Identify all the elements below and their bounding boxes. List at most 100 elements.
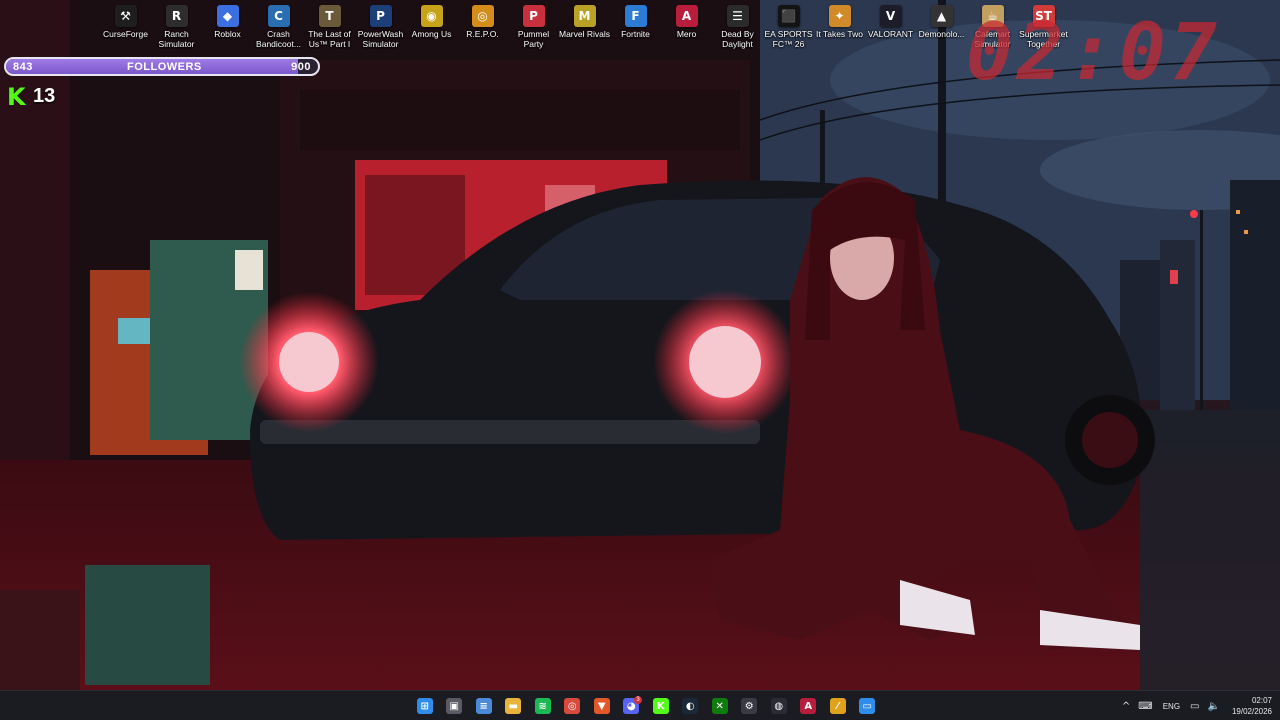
the-last-of-us-icon: T	[318, 5, 341, 27]
brave-icon: ▼	[593, 698, 610, 714]
arrow-icon: ⁄	[829, 698, 846, 714]
curseforge-icon: ⚒	[114, 5, 137, 27]
desktop-shortcut[interactable]: ▲ Demonolo...	[916, 3, 967, 49]
desktop-shortcut-label: Crash Bandicoot...	[256, 29, 301, 49]
desktop-shortcut[interactable]: P Pummel Party	[508, 3, 559, 49]
mero-taskbar-icon: A	[800, 698, 817, 714]
system-tray: ^ ⌨ ENG ▭ 🔈 02:07 19/02/2026	[1118, 691, 1272, 720]
taskbar-button[interactable]: ◎	[558, 695, 588, 717]
desktop-shortcut-label: CurseForge	[103, 29, 148, 39]
language-indicator[interactable]: ENG	[1163, 702, 1180, 711]
desktop-shortcut-label: Ranch Simulator	[158, 29, 195, 49]
desktop-shortcut-label: PowerWash Simulator	[357, 29, 404, 49]
marvel-rivals-icon: M	[573, 5, 596, 27]
ranch-simulator-icon: R	[165, 5, 188, 27]
show-hidden-icons-chevron[interactable]: ^	[1122, 701, 1130, 712]
desktop-shortcut-label: VALORANT	[867, 29, 914, 39]
desktop-shortcut[interactable]: V VALORANT	[865, 3, 916, 49]
taskbar-button[interactable]: ▣	[440, 695, 470, 717]
keyboard-icon[interactable]: ⌨	[1138, 701, 1152, 712]
desktop-shortcut[interactable]: M Marvel Rivals	[559, 3, 610, 49]
kick-icon: K	[7, 82, 26, 111]
desktop-shortcut[interactable]: F Fortnite	[610, 3, 661, 49]
pummel-party-icon: P	[522, 5, 545, 27]
spotify-icon: ≋	[534, 698, 551, 714]
taskbar: ⊞ ▣ ≡ ▬ ≋ ◎ ▼ ◕ 3 K ◐ ✕ ⚙ ◍ A ⁄ ▭ ^ ⌨ ENG ▭ 🔈 02:07 19/0…	[0, 690, 1280, 720]
kick-icon: K	[652, 698, 669, 714]
settings-icon: ⚙	[741, 698, 758, 714]
ea-sports-fc-icon: ⬛	[777, 5, 800, 27]
followers-current: 843	[13, 61, 33, 73]
wallpaper-art	[0, 0, 1280, 690]
mero-icon: A	[675, 5, 698, 27]
taskbar-button[interactable]: K	[646, 695, 676, 717]
taskbar-button[interactable]: ▼	[587, 695, 617, 717]
repo-icon: ◎	[471, 5, 494, 27]
taskbar-button[interactable]: ≡	[469, 695, 499, 717]
xbox-icon: ✕	[711, 698, 728, 714]
taskbar-button[interactable]: ◐	[676, 695, 706, 717]
notepad-icon: ≡	[475, 698, 492, 714]
desktop-shortcut-label: Among Us	[411, 29, 452, 39]
taskbar-button[interactable]: ≋	[528, 695, 558, 717]
volume-icon[interactable]: 🔈	[1208, 701, 1220, 712]
task-view-icon: ▣	[446, 698, 463, 714]
notification-badge: 3	[634, 696, 642, 704]
taskbar-button[interactable]: A	[794, 695, 824, 717]
taskbar-button[interactable]: ◍	[764, 695, 794, 717]
desktop-shortcut[interactable]: ⬛ EA SPORTS FC™ 26	[763, 3, 814, 49]
desktop-shortcut-label: EA SPORTS FC™ 26	[764, 29, 813, 49]
desktop-shortcut[interactable]: ◉ Among Us	[406, 3, 457, 49]
taskbar-apps: ⊞ ▣ ≡ ▬ ≋ ◎ ▼ ◕ 3 K ◐ ✕ ⚙ ◍ A ⁄ ▭	[410, 695, 882, 717]
network-icon[interactable]: ▭	[1190, 701, 1199, 712]
crash-bandicoot-icon: C	[267, 5, 290, 27]
fortnite-icon: F	[624, 5, 647, 27]
desktop-shortcut-label: Demonolo...	[918, 29, 965, 39]
taskbar-button[interactable]: ⁄	[823, 695, 853, 717]
desktop-shortcut[interactable]: ✦ It Takes Two	[814, 3, 865, 49]
desktop-shortcut[interactable]: ☰ Dead By Daylight	[712, 3, 763, 49]
desktop-shortcut[interactable]: ◆ Roblox	[202, 3, 253, 49]
taskbar-button[interactable]: ⊞	[410, 695, 440, 717]
taskbar-button[interactable]: ▬	[499, 695, 529, 717]
roblox-icon: ◆	[216, 5, 239, 27]
desktop-shortcut-label: R.E.P.O.	[466, 29, 499, 39]
dead-by-daylight-icon: ☰	[726, 5, 749, 27]
kick-count: 13	[33, 85, 56, 107]
desktop-shortcut[interactable]: R Ranch Simulator	[151, 3, 202, 49]
desktop-shortcut[interactable]: T The Last of Us™ Part I	[304, 3, 355, 49]
file-explorer-icon: ▬	[505, 698, 522, 714]
taskbar-button[interactable]: ◕ 3	[617, 695, 647, 717]
desktop-shortcut[interactable]: P PowerWash Simulator	[355, 3, 406, 49]
desktop-shortcut-label: Dead By Daylight	[721, 29, 754, 49]
desktop-shortcut[interactable]: C Crash Bandicoot...	[253, 3, 304, 49]
desktop-shortcut-label: Fortnite	[621, 29, 650, 39]
taskbar-date: 19/02/2026	[1231, 707, 1272, 716]
desktop-clock-widget: 02:07	[966, 8, 1221, 98]
among-us-icon: ◉	[420, 5, 443, 27]
desktop-shortcut-label: The Last of Us™ Part I	[308, 29, 351, 49]
taskbar-time: 02:07	[1251, 696, 1272, 705]
kick-viewer-count: K 13	[7, 82, 56, 111]
taskbar-button[interactable]: ⚙	[735, 695, 765, 717]
valorant-icon: V	[879, 5, 902, 27]
desktop-shortcut-label: Mero	[676, 29, 697, 39]
desktop-icon-row: ⚒ CurseForge R Ranch Simulator ◆ Roblox C Crash…	[100, 3, 1069, 49]
taskbar-button[interactable]: ✕	[705, 695, 735, 717]
taskbar-clock[interactable]: 02:07 19/02/2026	[1232, 695, 1272, 717]
it-takes-two-icon: ✦	[828, 5, 851, 27]
followers-label: FOLLOWERS	[127, 61, 202, 73]
followers-goal-bar: 843 FOLLOWERS 900	[4, 57, 320, 76]
start-icon: ⊞	[416, 698, 433, 714]
desktop-shortcut-label: It Takes Two	[816, 29, 863, 39]
desktop-shortcut[interactable]: ◎ R.E.P.O.	[457, 3, 508, 49]
demonologist-icon: ▲	[930, 5, 953, 27]
powerwash-icon: P	[369, 5, 392, 27]
followers-goal: 900	[291, 61, 311, 73]
steam-icon: ◐	[682, 698, 699, 714]
desktop-wallpaper	[0, 0, 1280, 690]
taskbar-button[interactable]: ▭	[853, 695, 883, 717]
desktop-shortcut[interactable]: A Mero	[661, 3, 712, 49]
desktop-shortcut[interactable]: ⚒ CurseForge	[100, 3, 151, 49]
chrome-icon: ◎	[564, 698, 581, 714]
